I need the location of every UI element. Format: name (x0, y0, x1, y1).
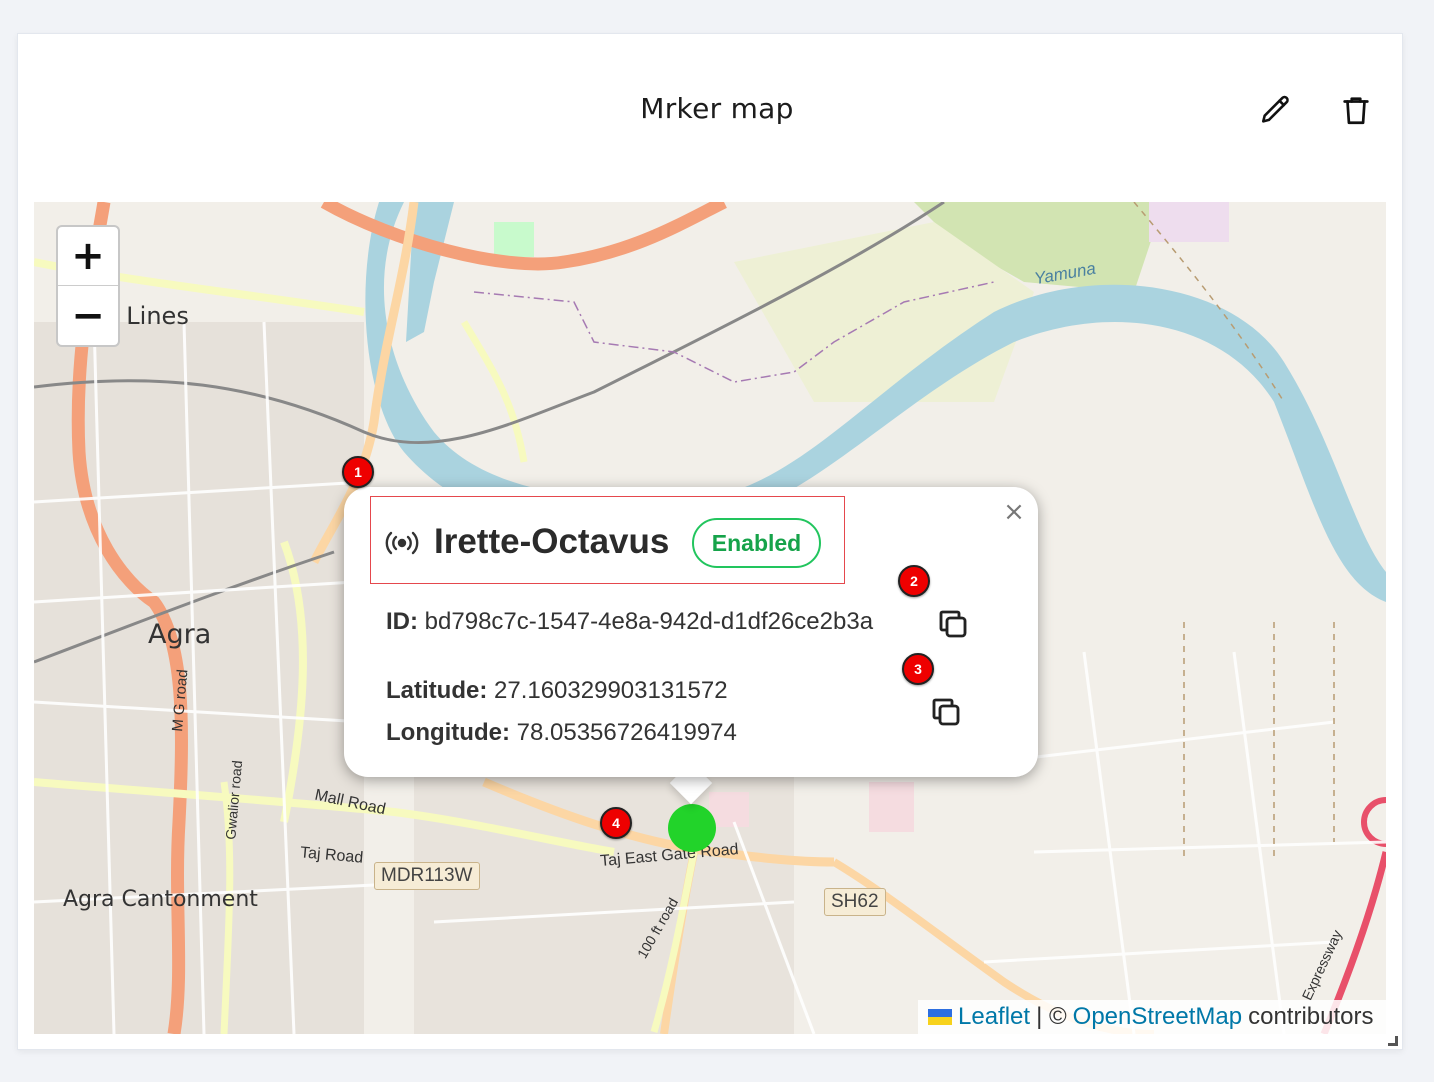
openstreetmap-link[interactable]: OpenStreetMap (1073, 1003, 1242, 1031)
popup-close-button[interactable]: × (1000, 498, 1028, 526)
annotation-callout-3: 3 (902, 653, 934, 685)
longitude-value: 78.05356726419974 (516, 719, 737, 746)
longitude-label: Longitude: (386, 719, 510, 746)
latitude-row: Latitude: 27.160329903131572 (386, 677, 728, 705)
zoom-control: + − (56, 225, 120, 347)
device-map-marker[interactable] (668, 804, 716, 852)
copy-icon (939, 610, 967, 638)
map-label-agra: Agra (148, 619, 212, 650)
ukraine-flag-icon (928, 1009, 952, 1025)
latitude-value: 27.160329903131572 (494, 677, 728, 704)
delete-button[interactable] (1336, 90, 1376, 130)
pencil-icon (1261, 95, 1289, 123)
resize-handle[interactable] (1388, 1036, 1398, 1046)
id-label: ID: (386, 608, 418, 635)
map-label-civil-lines: l Lines (112, 302, 189, 330)
device-id-row: ID: bd798c7c-1547-4e8a-942d-d1df26ce2b3a (386, 608, 873, 636)
status-badge: Enabled (692, 518, 821, 568)
map-attribution: Leaflet | © OpenStreetMap contributors (918, 1000, 1386, 1034)
leaflet-link[interactable]: Leaflet (958, 1003, 1030, 1031)
edit-button[interactable] (1256, 90, 1296, 130)
copy-icon (932, 698, 960, 726)
latitude-label: Latitude: (386, 677, 488, 704)
broadcast-icon (385, 531, 419, 555)
zoom-out-button[interactable]: − (58, 286, 118, 345)
trash-icon (1343, 97, 1369, 125)
copy-coordinates-button[interactable] (928, 694, 964, 730)
map-shield-mdr113w: MDR113W (374, 862, 480, 890)
annotation-callout-1: 1 (342, 456, 374, 488)
longitude-row: Longitude: 78.05356726419974 (386, 719, 737, 747)
attribution-separator: | © (1036, 1003, 1067, 1030)
attribution-contributors: contributors (1248, 1003, 1374, 1030)
copy-id-button[interactable] (935, 606, 971, 642)
zoom-in-button[interactable]: + (58, 227, 118, 286)
id-value: bd798c7c-1547-4e8a-942d-d1df26ce2b3a (424, 608, 874, 635)
annotation-callout-2: 2 (898, 565, 930, 597)
device-name: Irette-Octavus (434, 522, 670, 561)
map-label-agra-cantonment: Agra Cantonment (63, 887, 258, 912)
annotation-callout-4: 4 (600, 807, 632, 839)
map-shield-sh62: SH62 (824, 888, 886, 916)
widget-title: Mrker map (640, 92, 794, 125)
